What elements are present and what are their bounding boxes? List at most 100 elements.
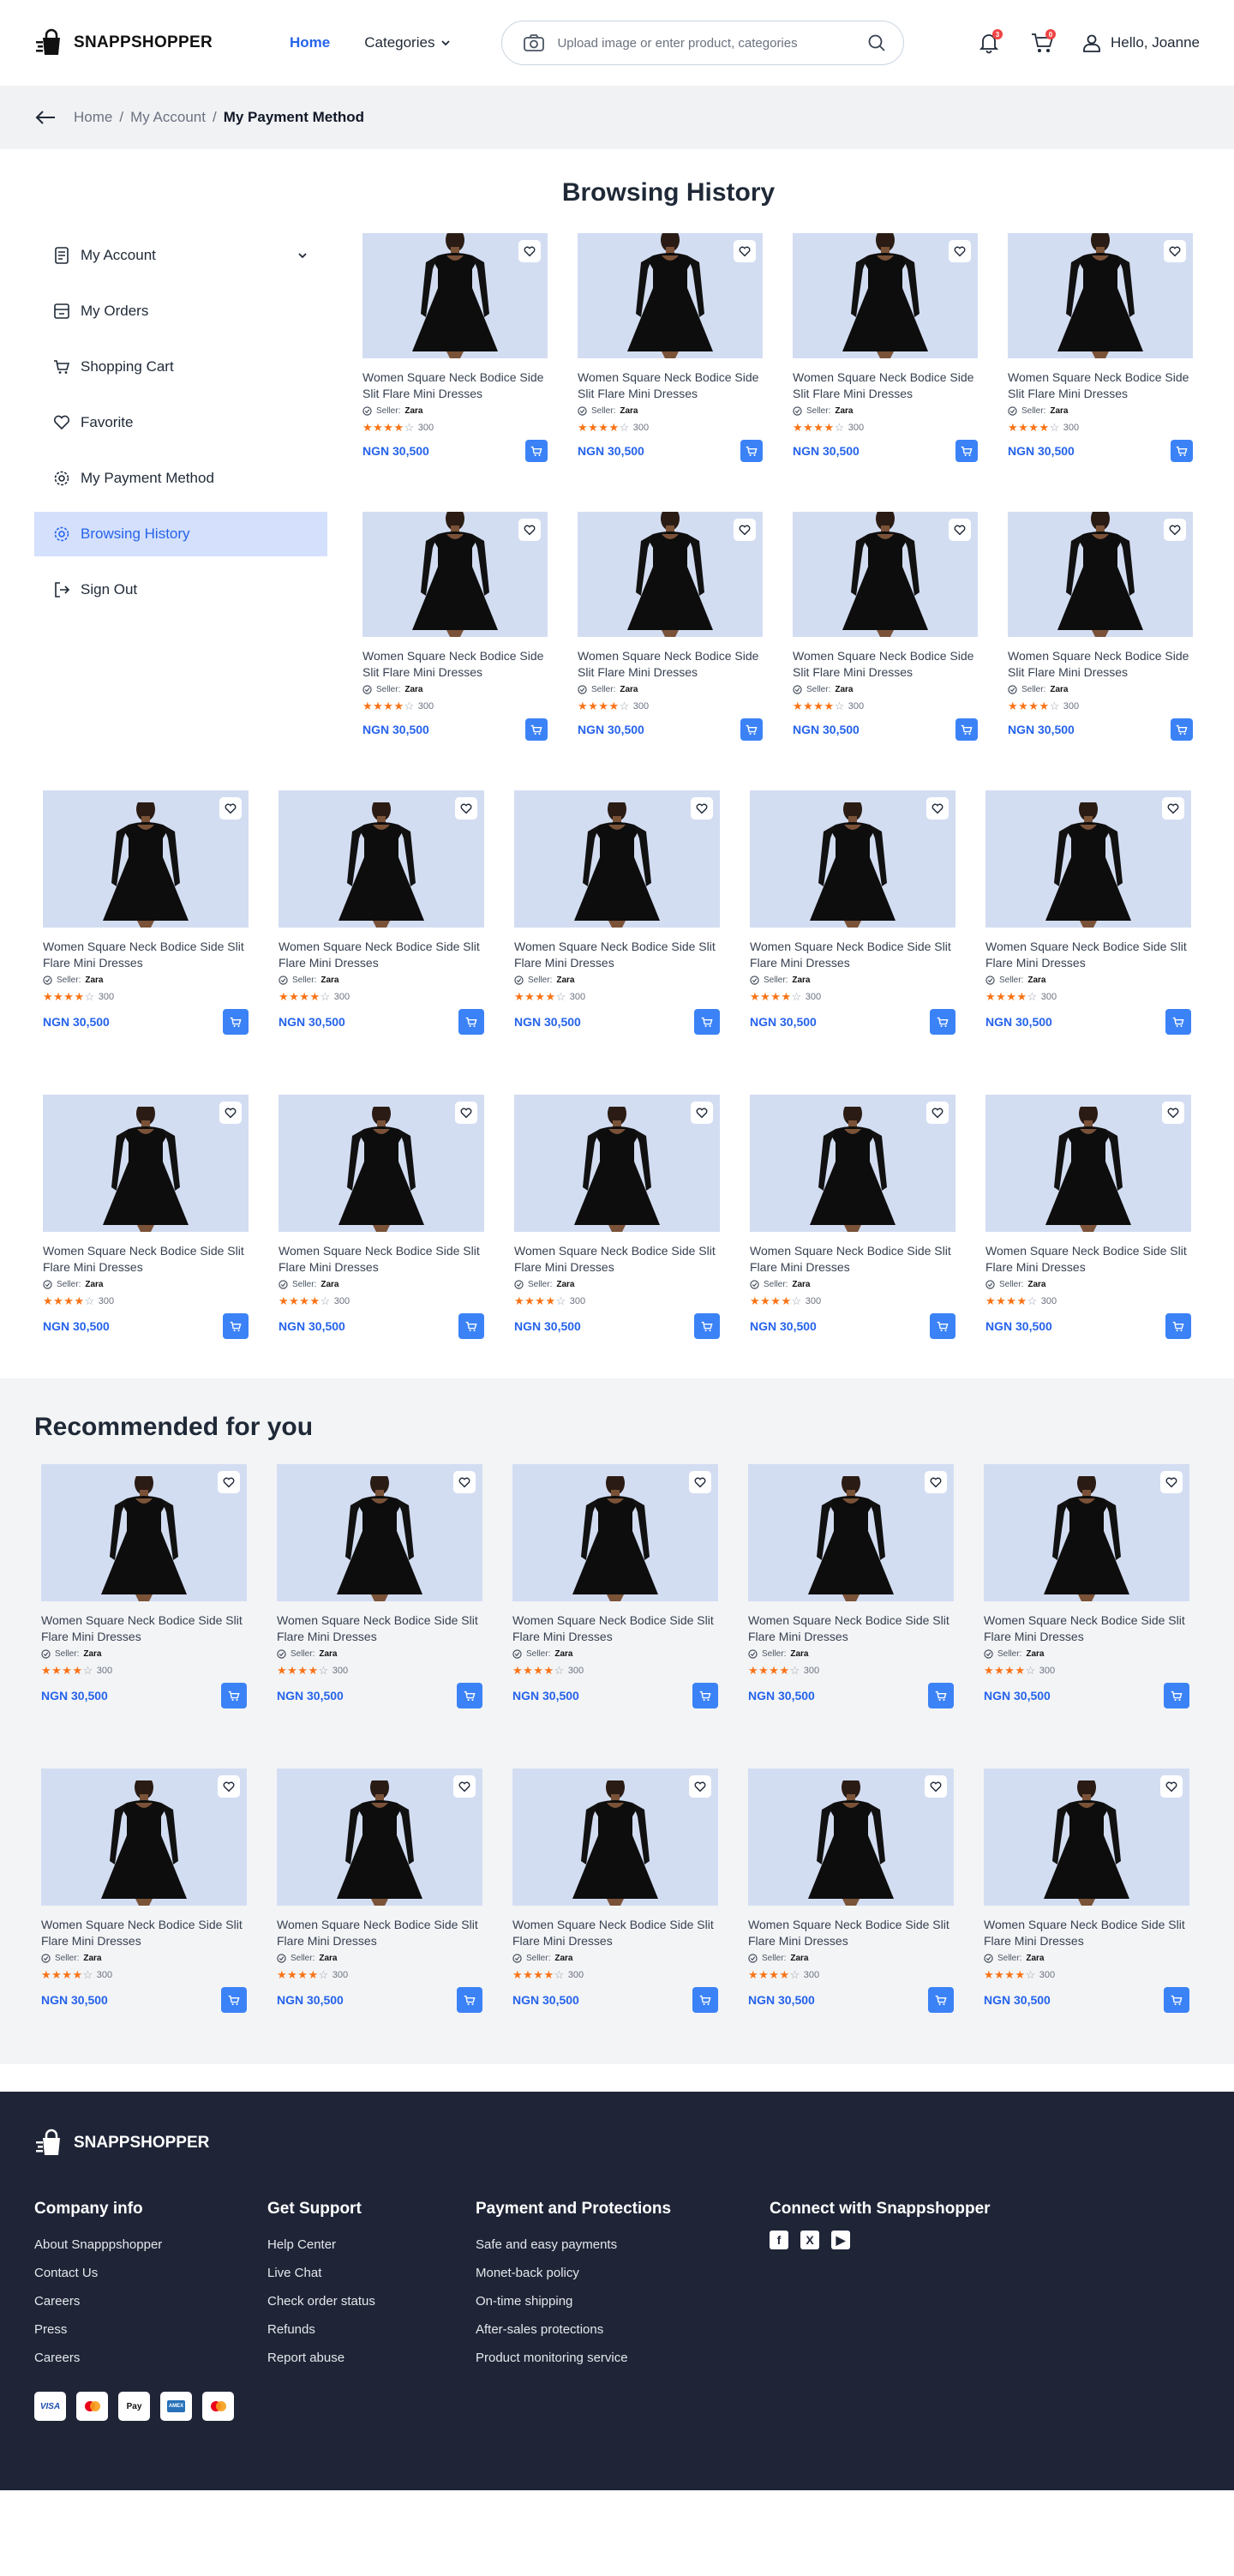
product-image[interactable] (748, 1768, 954, 1906)
product-name[interactable]: Women Square Neck Bodice Side Slit Flare… (984, 1917, 1189, 1949)
product-card[interactable]: Women Square Neck Bodice Side Slit Flare… (985, 790, 1191, 1035)
footer-link[interactable]: Monet-back policy (476, 2259, 770, 2287)
add-to-cart-button[interactable] (1164, 1683, 1189, 1708)
favorite-button[interactable] (925, 1471, 947, 1493)
product-image[interactable] (277, 1464, 482, 1601)
footer-link[interactable]: Report abuse (267, 2344, 476, 2372)
add-to-cart-button[interactable] (694, 1313, 720, 1339)
product-name[interactable]: Women Square Neck Bodice Side Slit Flare… (279, 1243, 484, 1276)
product-card[interactable]: Women Square Neck Bodice Side Slit Flare… (514, 1095, 720, 1339)
favorite-button[interactable] (926, 797, 949, 820)
facebook-icon[interactable]: f (770, 2231, 788, 2249)
product-name[interactable]: Women Square Neck Bodice Side Slit Flare… (362, 648, 548, 681)
add-to-cart-button[interactable] (223, 1009, 249, 1035)
favorite-button[interactable] (518, 240, 541, 262)
footer-brand-logo[interactable]: SNAPPSHOPPER (34, 2128, 1200, 2159)
sidebar-item-sign-out[interactable]: Sign Out (34, 567, 327, 612)
add-to-cart-button[interactable] (740, 718, 763, 741)
sidebar-item-browsing-history[interactable]: Browsing History (34, 512, 327, 556)
add-to-cart-button[interactable] (1171, 440, 1193, 462)
product-name[interactable]: Women Square Neck Bodice Side Slit Flare… (750, 939, 955, 971)
add-to-cart-button[interactable] (1165, 1009, 1191, 1035)
product-image[interactable] (279, 1095, 484, 1232)
product-image[interactable] (1008, 233, 1193, 358)
favorite-button[interactable] (689, 1471, 711, 1493)
add-to-cart-button[interactable] (692, 1987, 718, 2013)
product-name[interactable]: Women Square Neck Bodice Side Slit Flare… (1008, 648, 1193, 681)
product-image[interactable] (362, 233, 548, 358)
cart-button[interactable]: 0 (1028, 29, 1057, 57)
add-to-cart-button[interactable] (458, 1009, 484, 1035)
product-card[interactable]: Women Square Neck Bodice Side Slit Flare… (41, 1768, 247, 2013)
product-image[interactable] (43, 790, 249, 928)
sidebar-item-shopping-cart[interactable]: Shopping Cart (34, 345, 327, 389)
product-name[interactable]: Women Square Neck Bodice Side Slit Flare… (984, 1612, 1189, 1645)
product-name[interactable]: Women Square Neck Bodice Side Slit Flare… (578, 369, 763, 402)
brand-logo[interactable]: SNAPPSHOPPER (34, 27, 290, 58)
product-image[interactable] (279, 790, 484, 928)
product-name[interactable]: Women Square Neck Bodice Side Slit Flare… (41, 1917, 247, 1949)
product-name[interactable]: Women Square Neck Bodice Side Slit Flare… (514, 939, 720, 971)
add-to-cart-button[interactable] (221, 1987, 247, 2013)
footer-link[interactable]: Live Chat (267, 2259, 476, 2287)
product-image[interactable] (984, 1768, 1189, 1906)
arrow-left-icon[interactable] (34, 109, 57, 126)
favorite-button[interactable] (218, 1775, 240, 1798)
product-image[interactable] (793, 512, 978, 637)
nav-categories-dropdown[interactable]: Categories (364, 34, 452, 51)
add-to-cart-button[interactable] (1164, 1987, 1189, 2013)
add-to-cart-button[interactable] (955, 440, 978, 462)
favorite-button[interactable] (455, 1102, 477, 1124)
product-image[interactable] (41, 1464, 247, 1601)
add-to-cart-button[interactable] (458, 1313, 484, 1339)
favorite-button[interactable] (949, 519, 971, 541)
footer-link[interactable]: After-sales protections (476, 2315, 770, 2344)
favorite-button[interactable] (518, 519, 541, 541)
add-to-cart-button[interactable] (930, 1009, 955, 1035)
favorite-button[interactable] (1164, 519, 1186, 541)
favorite-button[interactable] (453, 1471, 476, 1493)
favorite-button[interactable] (926, 1102, 949, 1124)
favorite-button[interactable] (691, 1102, 713, 1124)
add-to-cart-button[interactable] (928, 1987, 954, 2013)
add-to-cart-button[interactable] (221, 1683, 247, 1708)
favorite-button[interactable] (1164, 240, 1186, 262)
product-image[interactable] (985, 1095, 1191, 1232)
product-card[interactable]: Women Square Neck Bodice Side Slit Flare… (793, 233, 978, 462)
product-card[interactable]: Women Square Neck Bodice Side Slit Flare… (514, 790, 720, 1035)
product-card[interactable]: Women Square Neck Bodice Side Slit Flare… (277, 1768, 482, 2013)
favorite-button[interactable] (455, 797, 477, 820)
sidebar-item-payment-method[interactable]: My Payment Method (34, 456, 327, 501)
product-image[interactable] (512, 1464, 718, 1601)
product-image[interactable] (793, 233, 978, 358)
favorite-button[interactable] (734, 519, 756, 541)
product-image[interactable] (43, 1095, 249, 1232)
product-card[interactable]: Women Square Neck Bodice Side Slit Flare… (43, 790, 249, 1035)
product-name[interactable]: Women Square Neck Bodice Side Slit Flare… (512, 1612, 718, 1645)
product-name[interactable]: Women Square Neck Bodice Side Slit Flare… (748, 1612, 954, 1645)
product-image[interactable] (748, 1464, 954, 1601)
product-image[interactable] (750, 790, 955, 928)
favorite-button[interactable] (219, 797, 242, 820)
search-icon[interactable] (867, 33, 886, 52)
footer-link[interactable]: Contact Us (34, 2259, 267, 2287)
product-name[interactable]: Women Square Neck Bodice Side Slit Flare… (277, 1612, 482, 1645)
favorite-button[interactable] (1160, 1471, 1183, 1493)
product-name[interactable]: Women Square Neck Bodice Side Slit Flare… (43, 1243, 249, 1276)
product-name[interactable]: Women Square Neck Bodice Side Slit Flare… (578, 648, 763, 681)
footer-link[interactable]: Refunds (267, 2315, 476, 2344)
footer-link[interactable]: Product monitoring service (476, 2344, 770, 2372)
favorite-button[interactable] (691, 797, 713, 820)
product-card[interactable]: Women Square Neck Bodice Side Slit Flare… (750, 1095, 955, 1339)
favorite-button[interactable] (734, 240, 756, 262)
add-to-cart-button[interactable] (930, 1313, 955, 1339)
product-name[interactable]: Women Square Neck Bodice Side Slit Flare… (748, 1917, 954, 1949)
product-card[interactable]: Women Square Neck Bodice Side Slit Flare… (279, 1095, 484, 1339)
favorite-button[interactable] (689, 1775, 711, 1798)
notifications-button[interactable]: 3 (975, 29, 1003, 57)
product-card[interactable]: Women Square Neck Bodice Side Slit Flare… (985, 1095, 1191, 1339)
product-image[interactable] (514, 1095, 720, 1232)
product-name[interactable]: Women Square Neck Bodice Side Slit Flare… (279, 939, 484, 971)
product-image[interactable] (41, 1768, 247, 1906)
add-to-cart-button[interactable] (525, 440, 548, 462)
